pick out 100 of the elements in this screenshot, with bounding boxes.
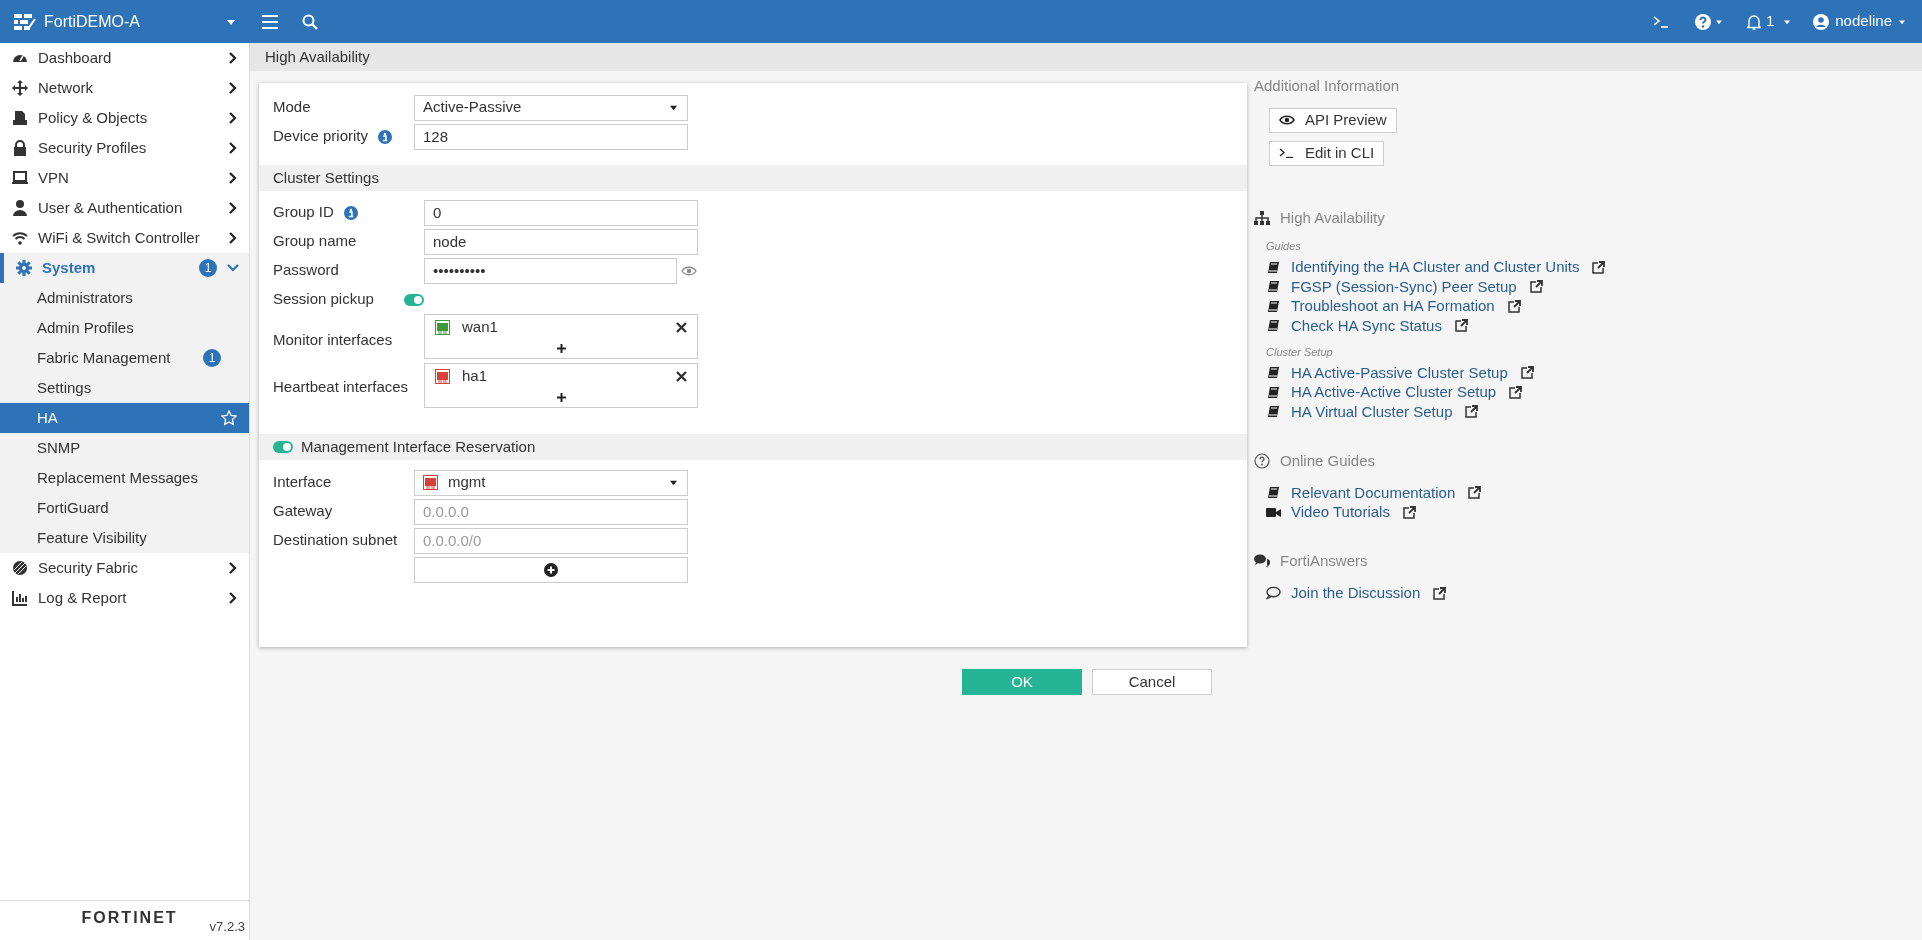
sidebar-item[interactable]: VPN [0,163,249,193]
bell-icon[interactable] [1746,13,1761,30]
subnet-field[interactable]: 0.0.0.0/0 [414,527,688,554]
chevron-right-icon [227,172,239,184]
menu-icon[interactable] [262,14,278,29]
caret-icon[interactable] [226,17,236,26]
cancel-button[interactable]: Cancel [1092,669,1212,695]
field-label: Monitor interfaces [273,330,393,351]
chat-icon [1254,554,1270,569]
guide-link[interactable]: Video Tutorials [1291,501,1390,524]
sidebar-item[interactable]: Security Fabric [0,553,249,583]
sidebar-subitem[interactable]: HA [0,403,249,433]
interface-name: wan1 [462,316,499,337]
external-link-icon[interactable] [1467,486,1482,500]
user-menu[interactable]: nodeline [1813,10,1906,33]
section-icon [12,230,28,246]
section-icon [16,260,32,276]
sidebar-subitem[interactable]: Settings [0,373,249,403]
sidebar-item[interactable]: WiFi & Switch Controller [0,223,249,253]
external-link-icon[interactable] [1453,319,1468,333]
external-link-icon[interactable] [1508,385,1523,399]
caret-icon [668,104,679,111]
eye-icon [1279,115,1295,125]
external-link-icon[interactable] [1401,505,1416,519]
toggle-switch[interactable] [403,293,424,306]
chevron-right-icon [227,232,239,244]
external-link-icon[interactable] [1464,405,1479,419]
sidebar-item[interactable]: Policy & Objects [0,103,249,133]
sidebar-item[interactable]: System 1 [0,253,249,283]
sidebar-subitem[interactable]: SNMP [0,433,249,463]
sidebar-subitem[interactable]: FortiGuard [0,493,249,523]
group-name-field[interactable]: node [424,228,698,255]
external-link-icon[interactable] [1432,586,1447,600]
external-link-icon[interactable] [1519,366,1534,380]
dropdown[interactable]: Active-Passive [414,94,688,121]
chevron-right-icon [227,82,239,94]
section-icon [12,140,28,156]
field-label: Session pickup [273,289,374,310]
book-icon [1266,260,1281,274]
sidebar-item[interactable]: Log & Report [0,583,249,613]
speech-bubble-icon [1266,586,1281,601]
sidebar-subitem[interactable]: Feature Visibility [0,523,249,553]
sidebar-item[interactable]: User & Authentication [0,193,249,223]
sidebar-item[interactable]: Network [0,73,249,103]
action-button[interactable]: API Preview [1269,107,1397,133]
field-label: Device priority [273,126,369,147]
password-field[interactable]: •••••••••• [424,257,677,284]
terminal-icon[interactable] [1652,15,1669,28]
guide-link[interactable]: Join the Discussion [1291,582,1421,605]
group-heading: Guides [1266,239,1302,254]
book-icon [1266,366,1281,380]
action-button[interactable]: Edit in CLI [1269,140,1385,166]
section-icon [12,80,28,96]
interface-list[interactable]: wan1 [424,314,698,359]
terminal-icon [1279,148,1295,158]
section-title: Management Interface Reservation [301,436,536,457]
external-link-icon[interactable] [1506,299,1521,313]
section-icon [12,560,28,576]
gateway-field[interactable]: 0.0.0.0 [414,498,688,525]
sidebar-item[interactable]: Dashboard [0,43,249,73]
external-link-icon[interactable] [1528,280,1543,294]
sidebar-subitem[interactable]: Replacement Messages [0,463,249,493]
field-label: Interface [273,472,332,493]
caret-icon [668,479,679,486]
help-menu[interactable] [1694,13,1723,30]
count-badge: 1 [199,259,217,277]
external-link-icon[interactable] [1591,260,1606,274]
dropdown[interactable]: mgmt [414,469,688,496]
section-title: FortiAnswers [1280,551,1368,571]
star-icon[interactable] [221,410,237,426]
logo-icon [14,12,36,31]
sidebar-subitem[interactable]: Administrators [0,283,249,313]
close-icon[interactable] [676,370,687,382]
guide-link[interactable]: Relevant Documentation [1291,481,1456,504]
toggle-switch[interactable] [273,441,293,453]
panel-title: Additional Information [1254,76,1401,96]
info-icon [343,205,358,220]
help-icon [1694,13,1711,30]
video-camera-icon [1266,505,1281,519]
plus-icon[interactable] [556,343,566,353]
sidebar-subitem[interactable]: Fabric Management 1 [0,343,249,373]
search-icon[interactable] [302,13,318,30]
group-id-field[interactable]: 0 [424,199,698,226]
sidebar-item[interactable]: Security Profiles [0,133,249,163]
guide-link[interactable]: HA Active-Passive Cluster Setup [1291,361,1508,384]
interface-list[interactable]: ha1 [424,363,698,408]
book-icon [1266,280,1281,294]
section-icon [12,590,28,606]
section-icon [12,110,28,126]
eye-icon[interactable] [681,265,697,276]
field-label: Mode [273,97,311,118]
field-label: Group ID [273,202,334,223]
caret-icon[interactable] [1783,18,1792,25]
chevron-right-icon [227,112,239,124]
sidebar-subitem[interactable]: Admin Profiles [0,313,249,343]
priority-field[interactable]: 128 [414,123,688,150]
field-label: Group name [273,231,357,252]
plus-icon[interactable] [556,392,566,402]
field-label: Gateway [273,501,333,522]
close-icon[interactable] [676,321,687,333]
